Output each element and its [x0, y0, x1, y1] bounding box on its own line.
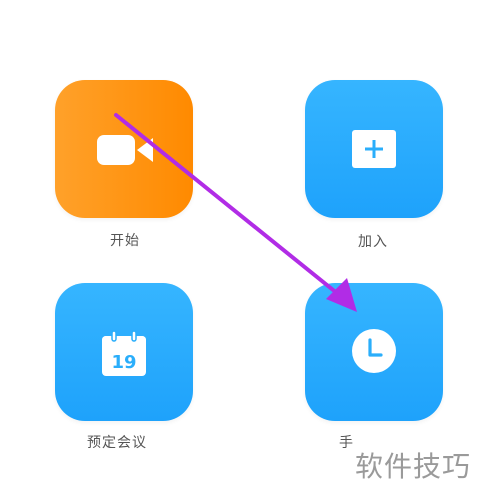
join-meeting-label: 加入 [358, 234, 388, 250]
video-camera-icon [97, 135, 153, 165]
schedule-meeting-label: 预定会议 [87, 435, 147, 451]
calendar-date: 19 [111, 352, 136, 373]
plus-icon [352, 130, 396, 168]
clock-icon [352, 329, 396, 373]
share-screen-label: 手 [339, 435, 354, 451]
annotation-arrow [114, 113, 357, 312]
start-meeting-label: 开始 [110, 233, 140, 249]
watermark: 软件技巧 [355, 450, 472, 483]
calendar-icon: 19 [102, 330, 146, 376]
